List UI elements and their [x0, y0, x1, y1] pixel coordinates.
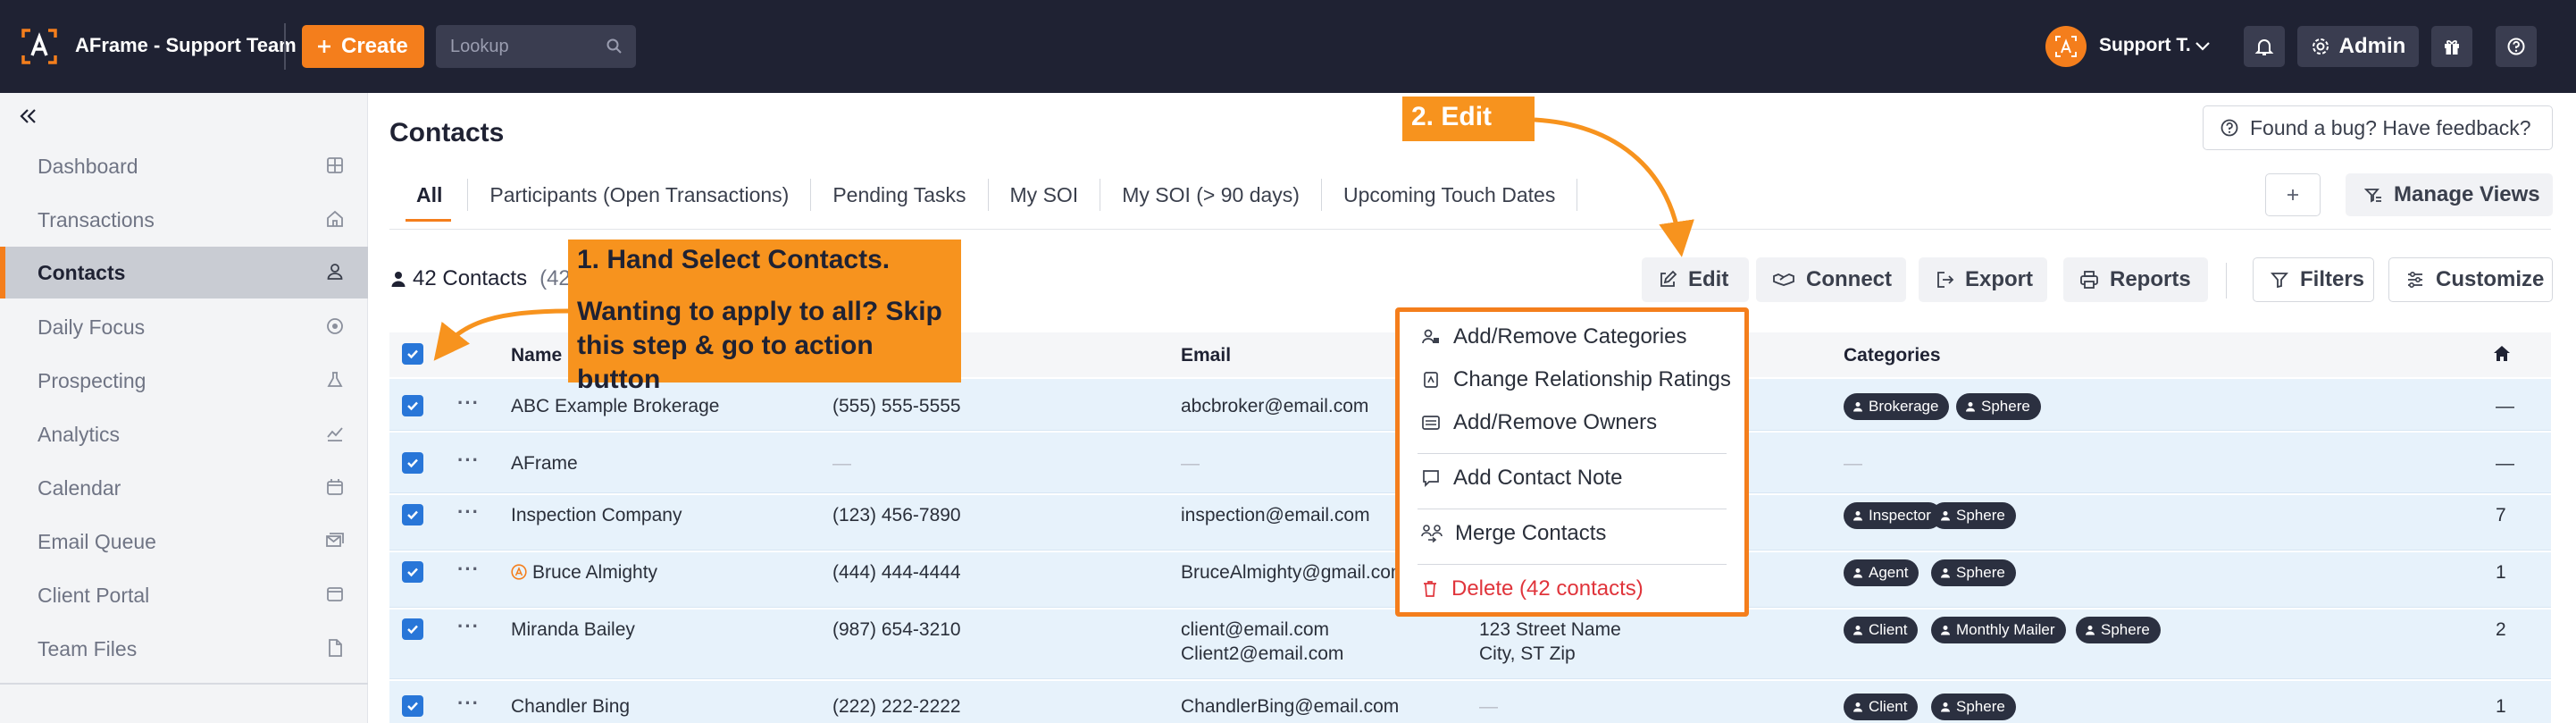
arrow-to-select-all [433, 308, 569, 361]
arrow-to-edit [1534, 117, 1694, 257]
annotation-arrows [433, 117, 1694, 361]
